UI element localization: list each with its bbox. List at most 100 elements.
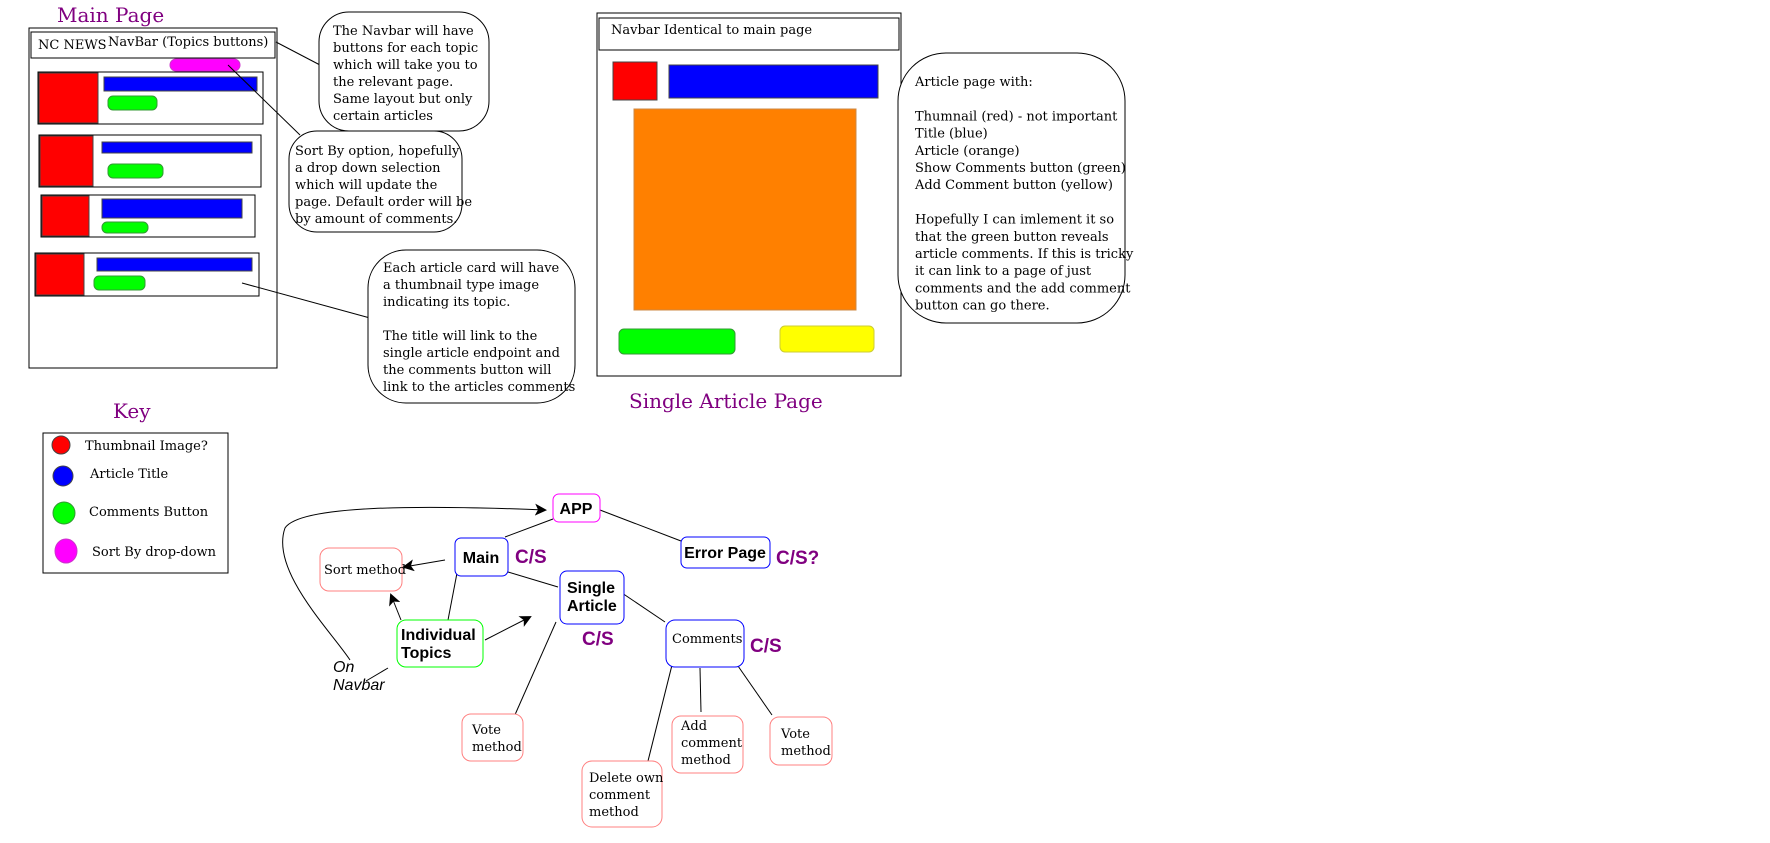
text-line: button can go there. bbox=[915, 299, 1050, 314]
card-title bbox=[101, 141, 253, 154]
card-title bbox=[103, 76, 258, 92]
text-line: The Navbar will have bbox=[333, 24, 474, 39]
card-title bbox=[101, 198, 243, 219]
navbar-topics-label: NavBar (Topics buttons) bbox=[108, 35, 268, 50]
text-line: Single bbox=[567, 580, 615, 597]
key-swatch-title bbox=[52, 465, 74, 487]
sort-by-note: Sort By option, hopefully a drop down sel… bbox=[288, 130, 472, 233]
text-line: Vote bbox=[471, 723, 501, 738]
article-title bbox=[668, 64, 879, 99]
text-line: page. Default order will be bbox=[295, 195, 472, 210]
text-line: Article page with: bbox=[914, 75, 1033, 90]
text-line: it can link to a page of just bbox=[915, 264, 1092, 279]
single-article-page-title: Single Article Page bbox=[629, 389, 823, 413]
text-line: Thumnail (red) - not important bbox=[915, 109, 1118, 124]
text-line: Title (blue) bbox=[915, 127, 988, 142]
text-line: method bbox=[781, 744, 831, 759]
card-comments-button bbox=[101, 221, 149, 234]
single-article-wireframe: Navbar Identical to main page Single Art… bbox=[596, 12, 902, 413]
tree-error-label: Error Page bbox=[684, 545, 766, 562]
key-title: Key bbox=[113, 399, 151, 423]
tree-node-app: APP bbox=[552, 493, 601, 523]
text-line: Topics bbox=[401, 645, 451, 662]
text-line: Add bbox=[680, 719, 707, 734]
navbar-note: The Navbar will have buttons for each top… bbox=[318, 11, 490, 132]
text-line: Article bbox=[567, 598, 617, 615]
article-body bbox=[633, 108, 857, 311]
card-thumbnail bbox=[41, 195, 90, 237]
text-line: certain articles bbox=[333, 109, 433, 124]
card-thumbnail bbox=[39, 135, 94, 187]
text-line: buttons for each topic bbox=[333, 41, 478, 56]
tree-node-vote-article: Vote method bbox=[461, 713, 524, 762]
tree-node-comments: Comments C/S bbox=[665, 619, 782, 668]
card-title bbox=[96, 257, 253, 272]
key-swatch-sort bbox=[54, 538, 78, 564]
tree-sort-method-label: Sort method bbox=[324, 563, 406, 578]
tree-node-individual-topics: Individual Topics bbox=[396, 619, 484, 668]
text-line: by amount of comments. bbox=[295, 212, 457, 227]
show-comments-button bbox=[618, 328, 736, 355]
text-line: the comments button will bbox=[383, 363, 551, 378]
card-comments-button bbox=[107, 95, 158, 111]
tree-app-label: APP bbox=[560, 501, 593, 518]
key-label-thumbnail: Thumbnail Image? bbox=[85, 439, 208, 454]
text-line: comment bbox=[589, 788, 651, 803]
card-thumbnail bbox=[35, 253, 85, 296]
text-line: which will take you to bbox=[333, 58, 478, 73]
text-line: Same layout but only bbox=[333, 92, 473, 107]
article-navbar-label: Navbar Identical to main page bbox=[611, 23, 812, 38]
main-page-title: Main Page bbox=[57, 3, 164, 27]
article-card-note: Each article card will have a thumbnail t… bbox=[367, 249, 576, 404]
text-line: the relevant page. bbox=[333, 75, 453, 90]
tree-single-article-cs: C/S bbox=[582, 629, 614, 650]
text-line: that the green button reveals bbox=[915, 230, 1109, 245]
text-line: article comments. If this is tricky bbox=[915, 247, 1134, 262]
text-line: Hopefully I can imlement it so bbox=[915, 213, 1114, 228]
card-comments-button bbox=[93, 275, 146, 291]
text-line: Delete own bbox=[589, 771, 664, 786]
tree-main-cs: C/S bbox=[515, 547, 547, 568]
key-swatch-thumbnail bbox=[51, 435, 71, 455]
tree-main-label: Main bbox=[463, 550, 499, 567]
text-line: comment bbox=[681, 736, 743, 751]
text-line: On bbox=[333, 659, 354, 676]
add-comment-button bbox=[779, 325, 875, 353]
text-line: Each article card will have bbox=[383, 261, 560, 276]
text-line: link to the articles comments bbox=[383, 380, 575, 395]
text-line: method bbox=[681, 753, 731, 768]
article-thumbnail bbox=[612, 61, 658, 101]
tree-error-cs: C/S? bbox=[776, 548, 819, 569]
sort-by-dropdown bbox=[169, 58, 241, 72]
tree-node-single-article: Single Article C/S bbox=[559, 570, 625, 650]
text-line: comments and the add comment bbox=[915, 281, 1131, 296]
tree-comments-cs: C/S bbox=[750, 636, 782, 657]
tree-comments-label: Comments bbox=[672, 632, 742, 647]
key-label-comments: Comments Button bbox=[89, 505, 209, 520]
text-line: Show Comments button (green) bbox=[915, 161, 1126, 176]
tree-node-sort-method: Sort method bbox=[319, 547, 406, 592]
text-line: method bbox=[472, 740, 522, 755]
text-line: a drop down selection bbox=[295, 161, 441, 176]
text-line: indicating its topic. bbox=[383, 295, 510, 310]
key-swatch-comments bbox=[52, 501, 76, 525]
text-line: The title will link to the bbox=[383, 329, 538, 344]
tree-node-vote-comment: Vote method bbox=[769, 716, 833, 766]
text-line: single article endpoint and bbox=[383, 346, 560, 361]
key-label-title: Article Title bbox=[89, 467, 168, 482]
text-line: Sort By option, hopefully bbox=[295, 144, 460, 159]
wireframe-diagram: Main Page NC NEWS NavBar (Topics buttons… bbox=[28, 3, 1134, 828]
card-thumbnail bbox=[38, 72, 99, 124]
tree-node-add-comment: Add comment method bbox=[671, 715, 744, 774]
key-label-sort: Sort By drop-down bbox=[92, 545, 217, 560]
tree-single-article-label: Single Article bbox=[567, 580, 617, 615]
main-page-wireframe: Main Page NC NEWS NavBar (Topics buttons… bbox=[28, 3, 278, 369]
text-line: Navbar bbox=[333, 677, 385, 694]
tree-node-delete-comment: Delete own comment method bbox=[581, 760, 664, 828]
tree-on-navbar-label: On Navbar bbox=[333, 659, 385, 694]
navbar-brand: NC NEWS bbox=[38, 38, 107, 53]
tree-node-error-page: Error Page C/S? bbox=[680, 536, 819, 569]
text-line: Article (orange) bbox=[914, 144, 1020, 159]
text-line: method bbox=[589, 805, 639, 820]
text-line: which will update the bbox=[295, 178, 438, 193]
